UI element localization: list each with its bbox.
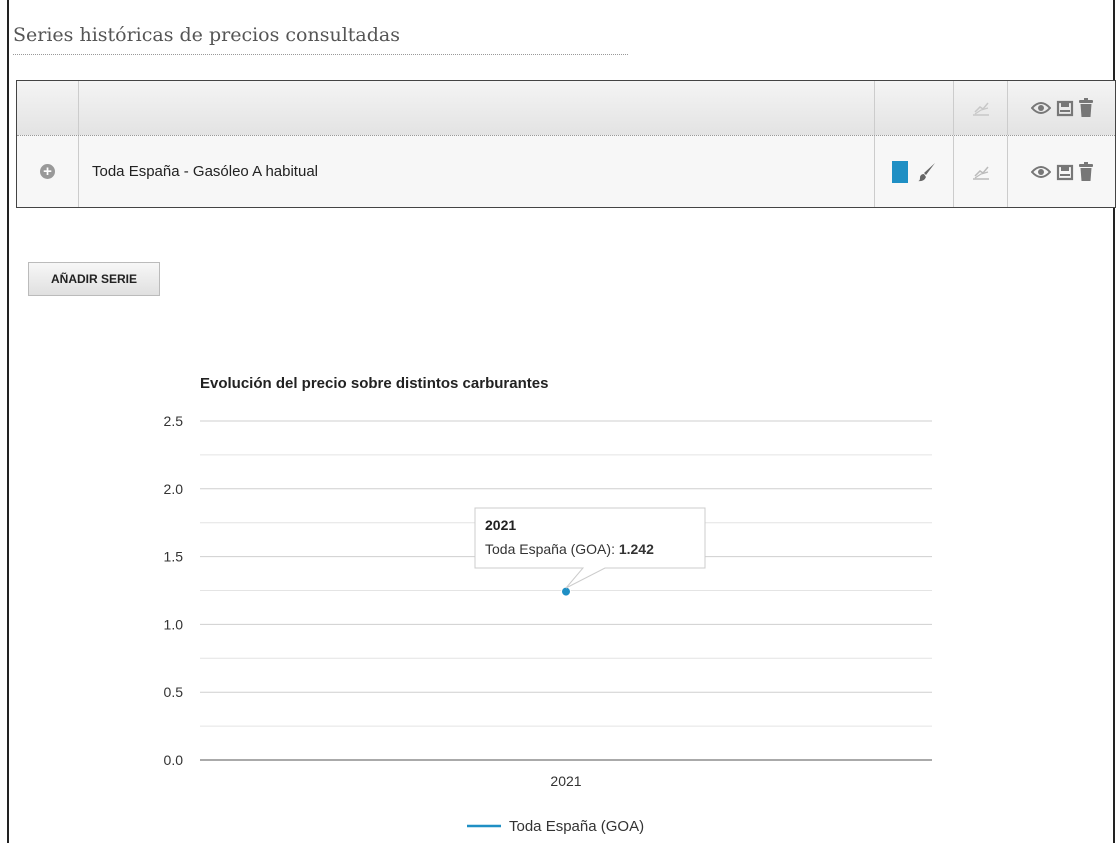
- chart-tooltip: 2021 Toda España (GOA): 1.242: [474, 507, 706, 589]
- header-cell-label: [79, 81, 875, 135]
- series-table: + Toda España - Gasóleo A habitual: [16, 80, 1116, 208]
- y-tick-label: 1.0: [164, 616, 184, 632]
- tooltip-value: 1.242: [619, 541, 654, 557]
- header-cell-actions: [1008, 81, 1115, 135]
- header-cell-style: [875, 81, 954, 135]
- style-cell: [875, 136, 954, 207]
- save-icon[interactable]: [1056, 163, 1074, 181]
- trash-icon[interactable]: [1078, 98, 1093, 118]
- eye-icon[interactable]: [1030, 165, 1051, 179]
- series-label: Toda España - Gasóleo A habitual: [79, 136, 875, 207]
- chart-series: [561, 586, 571, 597]
- line-chart-icon[interactable]: [972, 164, 990, 180]
- plus-circle-icon[interactable]: +: [40, 164, 55, 179]
- y-tick-label: 2.5: [164, 413, 184, 429]
- table-row: + Toda España - Gasóleo A habitual: [17, 136, 1115, 207]
- page-title: Series históricas de precios consultadas: [13, 24, 400, 46]
- chart-grid: 0.0 0.5 1.0 1.5 2.0 2.5 2021: [164, 413, 932, 789]
- header-cell-chart-type: [954, 81, 1008, 135]
- chart-title: Evolución del precio sobre distintos car…: [200, 375, 548, 392]
- y-tick-label: 0.5: [164, 684, 184, 700]
- tooltip-separator: :: [611, 541, 619, 557]
- tooltip-series-label: Toda España (GOA): [485, 541, 611, 557]
- tooltip-header: 2021: [485, 517, 516, 533]
- legend-item[interactable]: Toda España (GOA): [509, 818, 644, 835]
- data-point: [561, 586, 571, 597]
- y-tick-label: 0.0: [164, 752, 184, 768]
- row-actions-cell: [1008, 136, 1115, 207]
- header-cell-expand: [17, 81, 79, 135]
- title-underline: [13, 54, 628, 55]
- add-series-button[interactable]: AÑADIR SERIE: [28, 262, 160, 296]
- line-chart-icon[interactable]: [972, 100, 990, 116]
- price-chart: Evolución del precio sobre distintos car…: [164, 375, 932, 835]
- table-header-row: [17, 81, 1115, 136]
- tooltip-body: Toda España (GOA): 1.242: [485, 541, 654, 557]
- x-tick-label: 2021: [550, 773, 581, 789]
- chart-legend[interactable]: Toda España (GOA): [467, 818, 644, 835]
- y-tick-label: 2.0: [164, 481, 184, 497]
- eye-icon[interactable]: [1030, 101, 1051, 115]
- save-icon[interactable]: [1056, 99, 1074, 117]
- expand-cell: +: [17, 136, 79, 207]
- color-swatch-icon[interactable]: [892, 160, 908, 183]
- chart-type-cell: [954, 136, 1008, 207]
- paintbrush-icon[interactable]: [918, 162, 936, 182]
- trash-icon[interactable]: [1078, 161, 1093, 182]
- y-tick-label: 1.5: [164, 549, 184, 565]
